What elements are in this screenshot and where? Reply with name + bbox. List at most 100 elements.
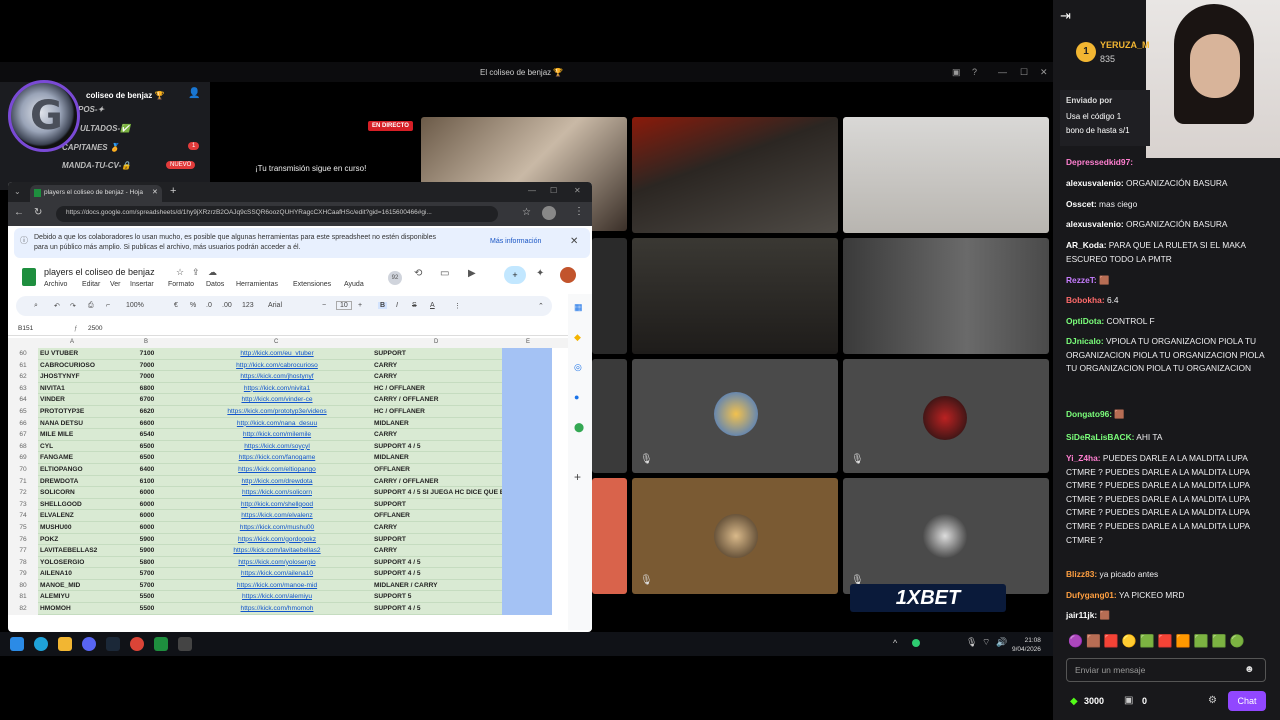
chat-message[interactable]: OptiDota: CONTROL F <box>1066 315 1266 329</box>
cell-role[interactable]: HC / OFFLANER <box>372 405 502 418</box>
video-tile[interactable]: 🎙 <box>843 359 1049 473</box>
profile-avatar[interactable] <box>560 267 576 283</box>
cell-role[interactable]: SUPPORT 4 / 5 <box>372 603 502 615</box>
row-number[interactable]: 64 <box>8 394 38 406</box>
mic-icon[interactable]: 🎙 <box>966 637 977 648</box>
tab-list-icon[interactable]: ⌄ <box>14 187 21 196</box>
cell-empty[interactable] <box>502 429 552 441</box>
cell-name[interactable]: MANOE_MID <box>38 579 112 592</box>
server-name[interactable]: coliseo de benjaz 🏆 <box>86 91 164 100</box>
cell-name[interactable]: NANA DETSU <box>38 417 112 430</box>
search-icon[interactable]: ⌕ <box>34 302 38 310</box>
chat-message[interactable]: SiDeRaLisBACK: AHI TA <box>1066 431 1266 445</box>
cell-value[interactable]: 7000 <box>112 371 182 383</box>
cell-value[interactable]: 5900 <box>112 545 182 557</box>
cell-name[interactable]: FANGAME <box>38 452 112 464</box>
collapse-chat-icon[interactable]: ⇥ <box>1060 8 1071 24</box>
cell-name[interactable]: NIVITA1 <box>38 382 112 395</box>
cell-link[interactable]: https://kick.com/eltiopango <box>182 463 372 476</box>
cell-link[interactable]: http://kick.com/eu_vtuber <box>182 348 372 360</box>
cell-role[interactable]: SUPPORT 4 / 5 <box>372 568 502 580</box>
row-number[interactable]: 81 <box>8 591 38 604</box>
column-header[interactable]: C <box>274 339 278 345</box>
browser-tab[interactable]: players el coliseo de benjaz - Hoja ✕ <box>30 185 162 202</box>
channel-item[interactable]: ULTADOS-✅ <box>80 124 130 133</box>
cell-value[interactable]: 6400 <box>112 463 182 476</box>
menu-datos[interactable]: Datos <box>206 281 224 288</box>
cell-name[interactable]: VINDER <box>38 394 112 406</box>
cell-link[interactable]: https://kick.com/soycyl <box>182 440 372 453</box>
chat-message[interactable]: RezzeT: 🟫 <box>1066 274 1266 288</box>
cell-empty[interactable] <box>502 348 552 360</box>
cell-role[interactable]: MIDLANER / CARRY <box>372 579 502 592</box>
chat-username[interactable]: RezzeT: <box>1066 275 1097 285</box>
column-header[interactable]: B <box>144 339 148 345</box>
cell-name[interactable]: LAVITAEBELLAS2 <box>38 545 112 557</box>
more-icon[interactable]: ⋮ <box>454 302 461 310</box>
collapse-icon[interactable]: ⌃ <box>538 302 544 310</box>
number-format-button[interactable]: 123 <box>242 302 254 309</box>
cell-link[interactable]: http://kick.com/milemile <box>182 429 372 441</box>
font-size-input[interactable]: 10 <box>336 301 352 310</box>
row-number[interactable]: 61 <box>8 359 38 372</box>
cell-role[interactable]: SUPPORT <box>372 498 502 511</box>
profile-avatar[interactable] <box>542 206 556 220</box>
new-tab-icon[interactable]: + <box>170 185 176 197</box>
cell-link[interactable]: https://kick.com/elvalenz <box>182 510 372 522</box>
cell-value[interactable]: 5700 <box>112 568 182 580</box>
cell-name[interactable]: AILENA10 <box>38 568 112 580</box>
cell-empty[interactable] <box>502 521 552 534</box>
row-number[interactable]: 70 <box>8 463 38 476</box>
cell-value[interactable]: 6700 <box>112 394 182 406</box>
gift-count[interactable]: 0 <box>1142 696 1147 706</box>
row-number[interactable]: 82 <box>8 603 38 615</box>
row-number[interactable]: 67 <box>8 429 38 441</box>
italic-button[interactable]: I <box>396 302 398 309</box>
cell-name[interactable]: SHELLGOOD <box>38 498 112 511</box>
percent-button[interactable]: % <box>190 302 196 309</box>
cell-role[interactable]: HC / OFFLANER <box>372 382 502 395</box>
cell-value[interactable]: 5800 <box>112 556 182 569</box>
wifi-icon[interactable]: ⌔ <box>982 637 990 648</box>
cell-empty[interactable] <box>502 498 552 511</box>
menu-ver[interactable]: Ver <box>110 281 121 288</box>
menu-formato[interactable]: Formato <box>168 281 194 288</box>
cell-link[interactable]: https://kick.com/solicorn <box>182 487 372 499</box>
row-number[interactable]: 72 <box>8 487 38 499</box>
font-size-increase[interactable]: + <box>358 302 362 309</box>
cell-empty[interactable] <box>502 417 552 430</box>
chat-message[interactable]: Bobokha: 6.4 <box>1066 294 1266 308</box>
close-button[interactable]: ✕ <box>574 186 581 195</box>
cell-role[interactable]: CARRY <box>372 545 502 557</box>
strikethrough-button[interactable]: S <box>412 302 417 309</box>
cell-value[interactable]: 6000 <box>112 521 182 534</box>
chat-username[interactable]: OptiDota: <box>1066 316 1104 326</box>
document-title[interactable]: players el coliseo de benjaz <box>44 267 155 277</box>
cell-role[interactable]: SUPPORT <box>372 348 502 360</box>
cell-name[interactable]: SOLICORN <box>38 487 112 499</box>
back-icon[interactable]: ← <box>14 207 24 218</box>
cell-link[interactable]: https://kick.com/alemiyu <box>182 591 372 604</box>
steam-icon[interactable] <box>106 637 120 651</box>
star-icon[interactable]: ☆ <box>176 267 184 278</box>
cell-value[interactable]: 7000 <box>112 359 182 372</box>
column-header[interactable]: D <box>434 339 438 345</box>
cell-value[interactable]: 6100 <box>112 475 182 488</box>
tray-app-icon[interactable] <box>912 639 920 647</box>
cell-name[interactable]: ELTIOPANGO <box>38 463 112 476</box>
chat-message[interactable]: Blizz83: ya picado antes <box>1066 568 1266 582</box>
cell-value[interactable]: 6800 <box>112 382 182 395</box>
chat-username[interactable]: alexusvalenio: <box>1066 178 1124 188</box>
chat-message[interactable]: alexusvalenio: ORGANIZACIÓN BASURA <box>1066 218 1266 232</box>
row-number[interactable]: 63 <box>8 382 38 395</box>
cell-name[interactable]: ALEMIYU <box>38 591 112 604</box>
print-icon[interactable]: ⎙ <box>88 302 94 310</box>
menu-insertar[interactable]: Insertar <box>130 281 154 288</box>
row-number[interactable]: 76 <box>8 533 38 546</box>
minimize-button[interactable]: — <box>528 186 536 195</box>
windows-start-icon[interactable] <box>10 637 24 651</box>
app-icon[interactable] <box>178 637 192 651</box>
video-tile[interactable]: 🎙 <box>632 359 838 473</box>
keep-icon[interactable]: ◆ <box>574 332 581 343</box>
settings-icon[interactable]: ⚙ <box>1208 695 1217 706</box>
